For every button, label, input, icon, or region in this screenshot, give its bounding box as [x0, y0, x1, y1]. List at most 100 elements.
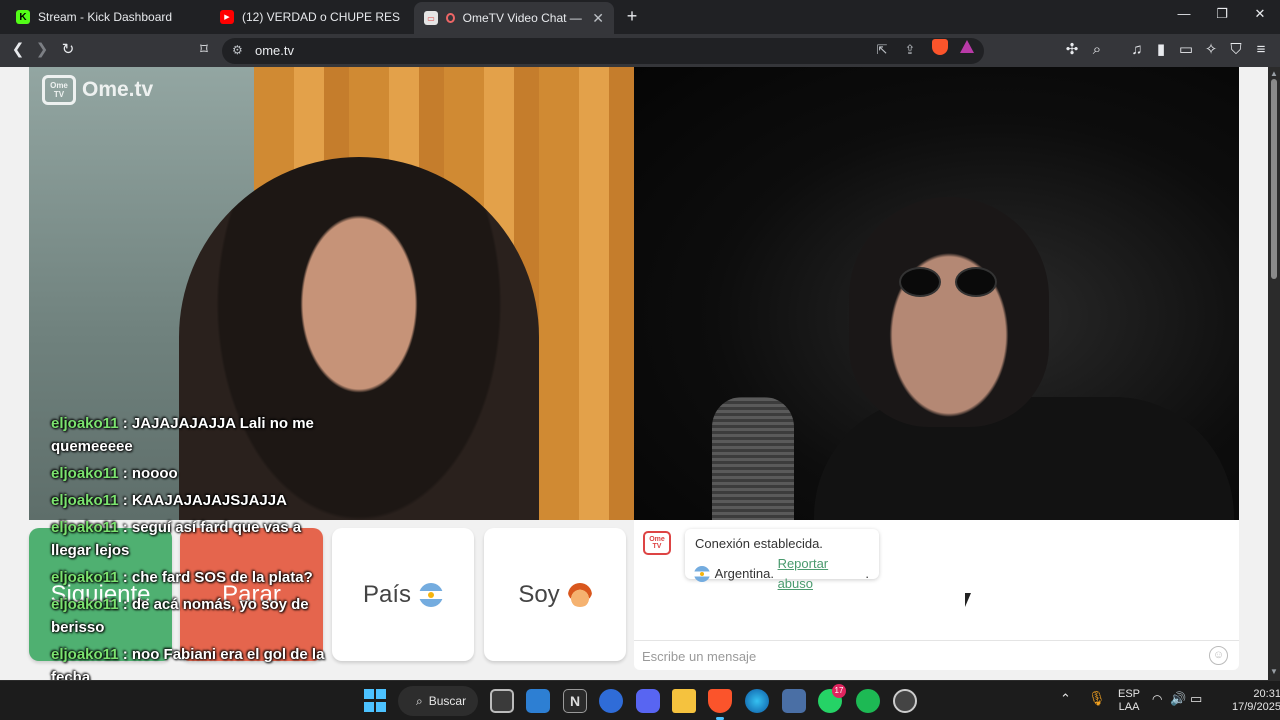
tab-kick-dashboard[interactable]: K Stream - Kick Dashboard — [6, 4, 206, 30]
ometv-page: Ome TV Ome.tv Siguiente Parar País Soy e… — [0, 67, 1268, 680]
back-arrow-icon[interactable]: ❮ — [6, 39, 30, 61]
ometv-tv-icon: Ome TV — [42, 75, 76, 105]
self-video — [634, 67, 1239, 520]
brave-icon[interactable] — [708, 689, 732, 713]
tab-label: Stream - Kick Dashboard — [38, 10, 173, 24]
tab-youtube[interactable]: ▶ (12) VERDAD o CHUPE RESPONDIENDO — [210, 4, 410, 30]
text-chat-panel: Ome TV Conexión establecida. Argentina. … — [634, 520, 1239, 670]
vpn-icon[interactable]: ⛉ — [1224, 39, 1248, 61]
chat-message: eljoako11 : noo Fabiani era el gol de la… — [51, 646, 325, 680]
chat-message: eljoako11 : de acá nomás, yo soy de beri… — [51, 596, 309, 636]
windows-taskbar: ⌕ Buscar N 17 ⌃ 🎙 ESP LAA ◠ 🔊 ▭ 20:31 17… — [0, 680, 1280, 720]
logo-text: Ome.tv — [82, 78, 154, 101]
url-text[interactable]: ome.tv — [255, 43, 294, 58]
country-button[interactable]: País — [332, 528, 474, 661]
browser-toolbar: ❮ ❯ ↻ ⌑ ⚙ ome.tv ⇱ ⇪ ✣ ⌕ ♫ ▮ ▭ ✧ ⛉ ≡ — [0, 34, 1280, 67]
report-suffix: . — [865, 566, 869, 581]
forward-arrow-icon[interactable]: ❯ — [30, 39, 54, 61]
store-icon[interactable] — [526, 689, 550, 713]
language-indicator[interactable]: ESP LAA — [1118, 688, 1140, 714]
maximize-button[interactable]: ❐ — [1210, 6, 1234, 22]
report-abuse-link[interactable]: Reportar abuso — [778, 554, 866, 594]
kick-icon: K — [16, 10, 30, 24]
boy-emoji-icon — [567, 582, 592, 607]
extensions-icon[interactable]: ✣ — [1060, 39, 1084, 61]
calculator-icon[interactable] — [782, 689, 806, 713]
connected-text: Conexión establecida. — [695, 536, 823, 551]
open-external-icon[interactable]: ⇱ — [872, 42, 892, 60]
ometv-icon: ▭ — [424, 11, 438, 25]
obs-icon[interactable] — [893, 689, 917, 713]
argentina-flag-icon — [419, 582, 444, 607]
self-person-head — [849, 197, 1049, 427]
discord-icon[interactable] — [636, 689, 660, 713]
gender-button[interactable]: Soy — [484, 528, 626, 661]
lang-bottom: LAA — [1118, 701, 1140, 713]
ometv-badge-icon: Ome TV — [643, 531, 671, 555]
notion-icon[interactable]: N — [563, 689, 587, 713]
system-message: Conexión establecida. Argentina. Reporta… — [685, 529, 879, 591]
file-explorer-icon[interactable] — [672, 689, 696, 713]
tray-overflow-icon[interactable]: ⌃ — [1060, 691, 1071, 707]
sunglasses — [899, 267, 1009, 297]
tab-search-icon[interactable]: ⌕ — [1085, 39, 1109, 61]
battery-icon[interactable]: ▭ — [1190, 691, 1202, 707]
windows-start-icon[interactable] — [364, 689, 388, 713]
media-icon[interactable]: ♫ — [1125, 39, 1149, 61]
time: 20:31 — [1253, 688, 1280, 700]
message-input[interactable] — [642, 646, 1202, 666]
tab-strip: K Stream - Kick Dashboard ▶ (12) VERDAD … — [0, 0, 1280, 34]
page-scrollbar[interactable]: ▲ ▼ — [1268, 67, 1280, 680]
chat-message: eljoako11 : seguí así fard que vas a lle… — [51, 519, 302, 559]
share-icon[interactable]: ⇪ — [900, 42, 920, 60]
volume-icon[interactable]: 🔊 — [1170, 691, 1186, 707]
microphone-icon[interactable]: 🎙 — [1088, 690, 1106, 707]
scroll-down-icon[interactable]: ▼ — [1270, 667, 1278, 676]
new-tab-button[interactable]: + — [622, 6, 642, 26]
sidebar-icon[interactable]: ▮ — [1149, 39, 1173, 61]
leo-ai-icon[interactable]: ✧ — [1199, 39, 1223, 61]
recording-icon — [446, 13, 455, 23]
close-window-button[interactable]: ✕ — [1248, 6, 1272, 22]
date: 17/9/2025 — [1232, 701, 1280, 713]
mouse-cursor — [965, 593, 971, 607]
menu-icon[interactable]: ≡ — [1249, 39, 1273, 61]
brave-shields-icon[interactable] — [932, 39, 948, 55]
gender-label: Soy — [518, 580, 560, 608]
bookmark-icon[interactable]: ⌑ — [192, 39, 216, 61]
minimize-button[interactable]: — — [1172, 6, 1196, 21]
chat-message: eljoako11 : che fard SOS de la plata? — [51, 569, 313, 586]
site-info-icon[interactable]: ⚙ — [232, 43, 243, 57]
clock[interactable]: 20:31 17/9/2025 — [1232, 688, 1280, 714]
chat-message: eljoako11 : KAAJAJAJAJSJAJJA — [51, 492, 287, 509]
ometv-logo: Ome TV Ome.tv — [42, 75, 153, 105]
wifi-icon[interactable]: ◠ — [1152, 692, 1162, 706]
brave-rewards-icon[interactable] — [960, 40, 974, 53]
reload-icon[interactable]: ↻ — [56, 39, 80, 61]
chat-message: eljoako11 : JAJAJAJAJJA Lali no me queme… — [51, 415, 314, 455]
scroll-up-icon[interactable]: ▲ — [1270, 69, 1278, 78]
edge-icon[interactable] — [745, 689, 769, 713]
whatsapp-badge: 17 — [832, 684, 846, 698]
self-person-body — [814, 397, 1234, 520]
country-label: País — [362, 580, 412, 608]
taskbar-search[interactable]: ⌕ Buscar — [398, 686, 478, 716]
tab-close-icon[interactable]: ✕ — [592, 10, 604, 27]
tab-ometv[interactable]: ▭ OmeTV Video Chat — Omegl ✕ — [414, 2, 614, 34]
spotify-icon[interactable] — [856, 689, 880, 713]
tab-label: (12) VERDAD o CHUPE RESPONDIENDO — [242, 10, 400, 24]
lang-top: ESP — [1118, 688, 1141, 700]
task-view-icon[interactable] — [490, 689, 514, 713]
search-icon: ⌕ — [416, 693, 423, 708]
wallet-icon[interactable]: ▭ — [1174, 39, 1198, 61]
youtube-icon: ▶ — [220, 10, 234, 24]
scroll-thumb[interactable] — [1271, 79, 1277, 279]
stream-chat-overlay: eljoako11 : JAJAJAJAJJA Lali no me queme… — [51, 412, 341, 680]
microphone — [712, 397, 794, 520]
tab-label: OmeTV Video Chat — Omegl — [462, 11, 585, 25]
emoji-picker-icon[interactable]: ☺ — [1209, 646, 1228, 665]
country-text: Argentina. — [714, 566, 774, 581]
search-label: Buscar — [428, 694, 467, 708]
address-bar[interactable]: ⚙ ome.tv ⇱ ⇪ — [222, 38, 984, 64]
bluetooth-app-icon[interactable] — [599, 689, 623, 713]
